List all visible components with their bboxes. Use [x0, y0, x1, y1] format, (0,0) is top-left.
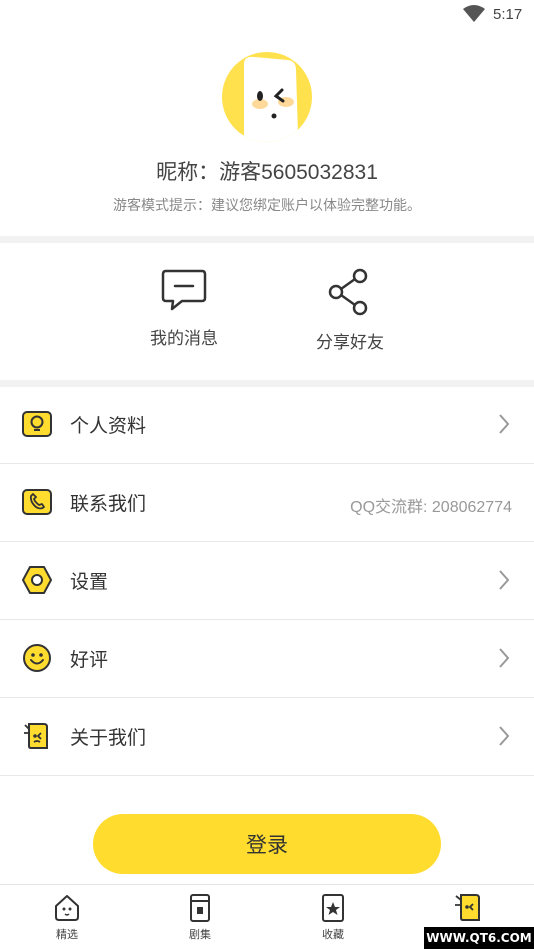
menu-item-profile[interactable]: 个人资料	[0, 386, 534, 464]
qq-group-number: QQ交流群: 208062774	[350, 499, 512, 516]
book-icon	[190, 894, 210, 922]
star-card-icon	[322, 894, 344, 922]
profile-header: 昵称：游客5605032831 游客模式提示：建议您绑定账户以体验完整功能。	[0, 30, 534, 236]
tab-mine[interactable]	[427, 893, 507, 926]
menu-item-label: 设置	[70, 572, 109, 593]
section-divider	[0, 236, 534, 243]
wifi-icon	[463, 5, 485, 22]
tab-label: 剧集	[189, 929, 211, 941]
quick-action-label: 分享好友	[316, 333, 384, 352]
guest-mode-hint: 游客模式提示：建议您绑定账户以体验完整功能。	[113, 197, 421, 213]
menu-item-about[interactable]: 关于我们	[0, 698, 534, 776]
avatar[interactable]	[222, 52, 312, 142]
share-icon	[328, 268, 368, 316]
mascot-icon	[24, 723, 48, 749]
message-icon	[161, 269, 207, 311]
bulb-icon	[22, 411, 52, 437]
tab-featured[interactable]: 精选	[27, 893, 107, 942]
menu-item-label: 好评	[70, 650, 109, 671]
chevron-right-icon	[499, 570, 510, 590]
tab-favorites[interactable]: 收藏	[293, 893, 373, 942]
menu-item-label: 关于我们	[70, 728, 147, 749]
settings-menu: 个人资料 联系我们 QQ交流群: 208062774 设置 好评 关于我们	[0, 386, 534, 776]
tab-series[interactable]: 剧集	[160, 893, 240, 942]
share-friends-button[interactable]: 分享好友	[285, 268, 415, 353]
hex-nut-icon	[22, 566, 52, 594]
menu-item-label: 联系我们	[70, 494, 147, 515]
menu-item-label: 个人资料	[70, 416, 147, 437]
status-time: 5:17	[493, 6, 523, 23]
menu-item-contact[interactable]: 联系我们 QQ交流群: 208062774	[0, 464, 534, 542]
tab-label: 收藏	[322, 929, 344, 941]
mascot-icon	[455, 894, 480, 921]
quick-actions: 我的消息 分享好友	[0, 243, 534, 380]
chevron-right-icon	[499, 414, 510, 434]
tab-label: 精选	[56, 929, 78, 941]
nickname-text: 昵称：游客5605032831	[156, 161, 378, 184]
house-mascot-icon	[55, 895, 79, 921]
quick-action-label: 我的消息	[150, 329, 218, 348]
chevron-right-icon	[499, 648, 510, 668]
site-watermark: WWW.QT6.COM	[424, 927, 534, 949]
status-bar: 5:17	[0, 0, 534, 30]
login-button[interactable]: 登录	[93, 814, 441, 874]
phone-icon	[22, 489, 52, 515]
menu-item-settings[interactable]: 设置	[0, 542, 534, 620]
menu-item-rating[interactable]: 好评	[0, 620, 534, 698]
chevron-right-icon	[499, 726, 510, 746]
my-messages-button[interactable]: 我的消息	[119, 268, 249, 349]
smiley-icon	[23, 644, 51, 672]
